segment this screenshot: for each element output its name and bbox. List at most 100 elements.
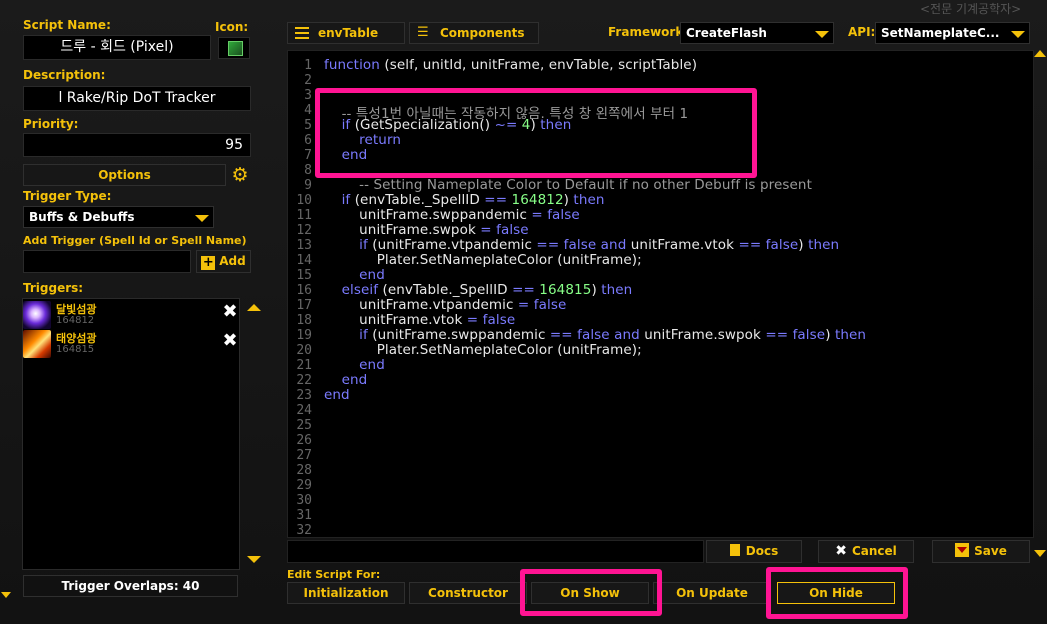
gear-icon[interactable]: ⚙ xyxy=(229,164,251,186)
list-item[interactable]: 달빛섬광 164812 ✖ xyxy=(23,301,239,329)
sidebar-scroll-down-icon[interactable] xyxy=(1,592,11,598)
line-number: 20 xyxy=(296,343,312,358)
description-input[interactable]: l Rake/Rip DoT Tracker xyxy=(23,86,251,111)
line-number: 21 xyxy=(296,358,312,373)
priority-input[interactable]: 95 xyxy=(23,133,251,157)
line-number: 3 xyxy=(304,88,312,103)
code-token: return xyxy=(359,132,402,148)
code-token: == xyxy=(536,237,560,253)
code-token: ~= xyxy=(494,117,518,133)
spell-icon xyxy=(228,41,243,56)
close-icon[interactable]: ✖ xyxy=(221,332,239,350)
code-token: 4 xyxy=(521,117,531,133)
triggers-scrollbar[interactable] xyxy=(243,298,265,570)
code-line: Plater.SetNameplateColor (unitFrame); xyxy=(324,252,642,268)
line-number: 6 xyxy=(304,133,312,148)
icon-picker[interactable] xyxy=(218,37,250,59)
tab-constructor[interactable]: Constructor xyxy=(409,582,527,604)
code-token: ) xyxy=(530,117,541,133)
code-token: unitFrame.swpok xyxy=(324,222,481,238)
code-token: end xyxy=(341,372,368,388)
code-token: 164815 xyxy=(539,282,592,298)
save-label: Save xyxy=(974,544,1007,558)
components-button[interactable]: ☰ Components xyxy=(409,22,539,44)
code-token: false xyxy=(563,237,597,253)
script-name-input[interactable]: 드루 - 회드 (Pixel) xyxy=(23,35,211,60)
framework-value: CreateFlash xyxy=(686,26,767,40)
line-number: 14 xyxy=(296,253,312,268)
code-line: unitFrame.swppandemic = false xyxy=(324,207,580,223)
scroll-down-icon[interactable] xyxy=(1034,550,1046,557)
tab-on-update[interactable]: On Update xyxy=(653,582,771,604)
line-number: 31 xyxy=(296,508,312,523)
code-token: false xyxy=(482,312,516,328)
line-number: 13 xyxy=(296,238,312,253)
add-trigger-input[interactable] xyxy=(23,250,191,273)
triggers-label: Triggers: xyxy=(23,281,84,295)
api-dropdown[interactable]: SetNameplateC... xyxy=(875,22,1030,44)
code-token: end xyxy=(359,357,385,373)
scroll-up-icon[interactable] xyxy=(1034,50,1046,57)
trigger-type-dropdown[interactable]: Buffs & Debuffs xyxy=(23,206,214,228)
save-button[interactable]: Save xyxy=(932,540,1030,563)
code-token: false xyxy=(765,237,799,253)
code-token: == xyxy=(738,237,762,253)
close-icon: ✖ xyxy=(835,543,847,559)
docs-button[interactable]: Docs xyxy=(706,540,802,563)
options-button[interactable]: Options xyxy=(23,164,226,186)
line-number: 1 xyxy=(304,58,312,73)
line-number: 11 xyxy=(296,208,312,223)
code-token: == xyxy=(484,192,508,208)
envtable-button[interactable]: envTable xyxy=(287,22,405,44)
plus-icon: + xyxy=(201,255,216,270)
line-number: 32 xyxy=(296,523,312,538)
list-item[interactable]: 태양섬광 164815 ✖ xyxy=(23,330,239,358)
code-line: elseif (envTable._SpellID == 164815) the… xyxy=(324,282,633,298)
tab-on-show[interactable]: On Show xyxy=(531,582,649,604)
line-number: 4 xyxy=(304,103,312,118)
close-icon[interactable]: ✖ xyxy=(221,303,239,321)
code-line: end xyxy=(324,387,350,403)
code-token: then xyxy=(834,327,867,343)
line-number: 22 xyxy=(296,373,312,388)
tab-on-hide[interactable]: On Hide xyxy=(777,582,895,604)
cancel-label: Cancel xyxy=(851,544,897,558)
trigger-overlaps-button[interactable]: Trigger Overlaps: 40 xyxy=(23,575,238,597)
line-number: 26 xyxy=(296,433,312,448)
api-value: SetNameplateC... xyxy=(881,26,1000,40)
code-token: ) xyxy=(798,237,809,253)
line-number: 25 xyxy=(296,418,312,433)
code-line: -- Setting Nameplate Color to Default if… xyxy=(324,177,812,193)
editor-scrollbar[interactable] xyxy=(1034,50,1047,560)
chevron-down-icon xyxy=(1011,31,1025,38)
tab-initialization[interactable]: Initialization xyxy=(287,582,405,604)
add-trigger-button[interactable]: + Add xyxy=(196,250,251,273)
code-token: = xyxy=(517,297,530,313)
line-number: 7 xyxy=(304,148,312,163)
framework-dropdown[interactable]: CreateFlash xyxy=(680,22,834,44)
menu-icon xyxy=(295,27,309,39)
code-token: then xyxy=(540,117,572,133)
code-line: end xyxy=(324,267,385,283)
code-line: if (envTable._SpellID == 164812) then xyxy=(324,192,605,208)
code-token: unitFrame.vtpandemic xyxy=(324,297,518,313)
save-icon xyxy=(955,543,970,557)
trigger-type-label: Trigger Type: xyxy=(23,189,112,203)
code-token: (self, unitId, unitFrame, envTable, scri… xyxy=(379,57,698,73)
code-token: if xyxy=(359,327,368,343)
scroll-down-icon[interactable] xyxy=(247,556,261,563)
code-editor[interactable]: 1 2 3 4 5 6 7 8 9 10 11 12 13 14 15 16 17 18 19 20 21 22 23 24 2… xyxy=(287,50,1034,538)
code-line: return xyxy=(324,132,401,148)
line-number: 16 xyxy=(296,283,312,298)
chevron-down-icon xyxy=(815,31,829,38)
cancel-button[interactable]: ✖ Cancel xyxy=(818,540,914,563)
code-token: unitFrame.swpok xyxy=(639,327,766,343)
code-token: elseif xyxy=(341,282,379,298)
code-token: 164812 xyxy=(511,192,564,208)
code-line: Plater.SetNameplateColor (unitFrame); xyxy=(324,342,642,358)
scroll-up-icon[interactable] xyxy=(247,304,261,311)
line-number: 30 xyxy=(296,493,312,508)
